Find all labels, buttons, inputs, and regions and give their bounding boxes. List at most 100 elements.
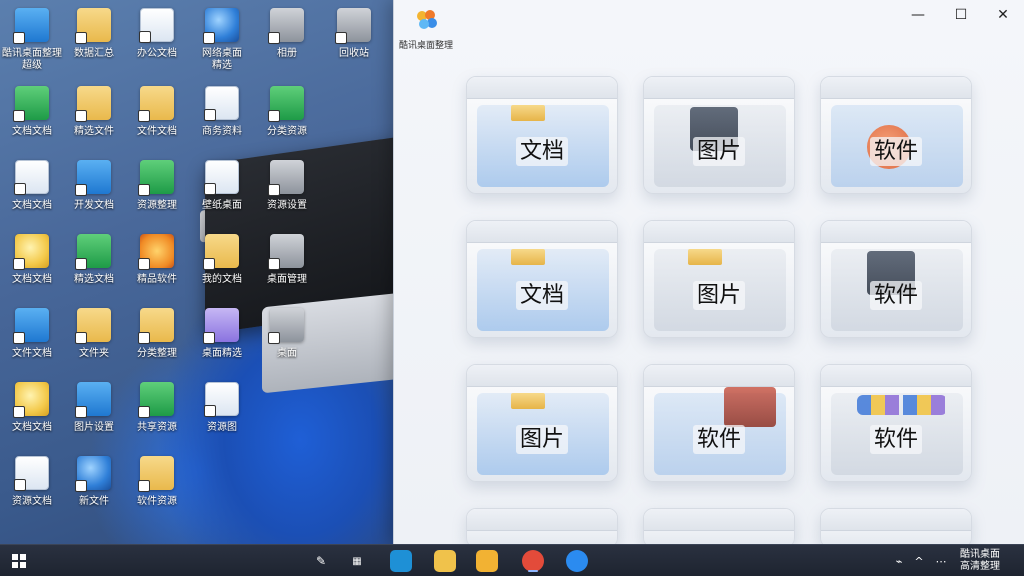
category-box-label: 图片: [644, 133, 794, 166]
desktop-icon[interactable]: 数据汇总: [62, 8, 126, 78]
desktop-icon[interactable]: 文件夹: [62, 308, 126, 378]
tray-text-line1: 酷讯桌面: [960, 549, 1000, 560]
desktop-icon[interactable]: 桌面管理: [255, 234, 319, 304]
desktop-icon[interactable]: 资源整理: [125, 160, 189, 230]
file-icon: [13, 8, 49, 44]
tray-text-line2: 高清整理: [960, 561, 1000, 572]
desktop-icon-label: 办公文档: [137, 48, 177, 59]
desktop-icon[interactable]: 文档文档: [0, 86, 64, 156]
desktop-icon[interactable]: 文档文档: [0, 382, 64, 452]
desktop-icon-label: 分类整理: [137, 348, 177, 359]
desktop-icon[interactable]: 办公文档: [125, 8, 189, 78]
desktop-icon[interactable]: 新文件: [62, 456, 126, 526]
desktop-icon[interactable]: 壁纸桌面: [190, 160, 254, 230]
desktop-icon[interactable]: 桌面: [255, 308, 319, 378]
desktop-icon[interactable]: 文档文档: [0, 234, 64, 304]
desktop-icon[interactable]: 酷讯桌面整理 超级: [0, 8, 64, 78]
taskbar-app-explorer[interactable]: [472, 549, 502, 573]
category-box[interactable]: 图片: [643, 76, 795, 194]
desktop-icon[interactable]: 文件文档: [0, 308, 64, 378]
folder-thumbnail-icon: [511, 105, 545, 121]
category-box[interactable]: 软件: [820, 364, 972, 482]
file-icon: [138, 86, 174, 122]
desktop-icon[interactable]: 共享资源: [125, 382, 189, 452]
desktop-icon-label: 资源设置: [267, 200, 307, 211]
tray-text[interactable]: 酷讯桌面 高清整理: [960, 549, 1000, 573]
desktop-icon[interactable]: 文件文档: [125, 86, 189, 156]
category-box-label: 图片: [644, 277, 794, 310]
desktop-icon-label-line2: 超级: [22, 60, 42, 71]
window-header: 酷讯桌面整理 — ☐ ✕: [394, 0, 1024, 56]
category-box-partial[interactable]: [820, 508, 972, 548]
category-box-label-text: 软件: [869, 137, 922, 166]
desktop-icon[interactable]: 开发文档: [62, 160, 126, 230]
minimize-button[interactable]: —: [900, 2, 936, 28]
desktop-icon-label: 分类资源: [267, 126, 307, 137]
file-icon: [268, 160, 304, 196]
file-icon: [14, 160, 49, 195]
file-icon: [268, 308, 304, 344]
start-button[interactable]: [4, 549, 34, 573]
desktop-icon[interactable]: 资源设置: [255, 160, 319, 230]
desktop-icon[interactable]: 精选文档: [62, 234, 126, 304]
desktop-icon-label: 酷讯桌面整理: [2, 48, 62, 59]
desktop-icon[interactable]: 分类资源: [255, 86, 319, 156]
widgets-icon[interactable]: ▦: [342, 549, 372, 573]
desktop-icon-label: 开发文档: [74, 200, 114, 211]
box-rim: [821, 221, 971, 243]
desktop-icon-label: 文件文档: [12, 348, 52, 359]
category-box[interactable]: 文档: [466, 76, 618, 194]
desktop-icon[interactable]: 我的文档: [190, 234, 254, 304]
category-box-partial[interactable]: [466, 508, 618, 548]
pen-icon[interactable]: ✎: [306, 549, 336, 573]
desktop-icon[interactable]: 桌面精选: [190, 308, 254, 378]
notes-icon: [434, 550, 456, 572]
desktop-icon[interactable]: 软件资源: [125, 456, 189, 526]
desktop-icon[interactable]: 精品软件: [125, 234, 189, 304]
desktop-icon[interactable]: 商务资料: [190, 86, 254, 156]
desktop-icon-label: 桌面: [277, 348, 297, 359]
category-box[interactable]: 文档: [466, 220, 618, 338]
desktop-icon-label: 壁纸桌面: [202, 200, 242, 211]
desktop-icon[interactable]: 文档文档: [0, 160, 64, 230]
taskbar-app-edge[interactable]: [386, 549, 416, 573]
category-box[interactable]: 软件: [820, 76, 972, 194]
category-box-partial[interactable]: [643, 508, 795, 548]
file-icon: [139, 8, 174, 43]
desktop-icon[interactable]: 网络桌面 精选: [190, 8, 254, 78]
file-icon: [138, 382, 174, 418]
category-box[interactable]: 软件: [643, 364, 795, 482]
close-button[interactable]: ✕: [985, 2, 1021, 28]
desktop-icon[interactable]: 相册: [255, 8, 319, 78]
folder-thumbnail-icon: [511, 393, 545, 409]
category-box[interactable]: 图片: [466, 364, 618, 482]
file-icon: [14, 456, 49, 491]
windows-logo-icon: [12, 554, 26, 568]
category-box[interactable]: 图片: [643, 220, 795, 338]
category-box-label: 文档: [467, 133, 617, 166]
ime-icon[interactable]: ⋯: [926, 549, 956, 573]
desktop-icon-label: 文档文档: [12, 200, 52, 211]
category-box-label: 软件: [821, 277, 971, 310]
box-rim: [467, 77, 617, 99]
file-icon: [75, 234, 111, 270]
taskbar-app-chrome[interactable]: [518, 549, 548, 573]
file-icon: [75, 8, 111, 44]
desktop-icon[interactable]: 精选文件: [62, 86, 126, 156]
taskbar-app-notes[interactable]: [430, 549, 460, 573]
taskbar-app-browser[interactable]: [562, 549, 592, 573]
category-box-label-text: 图片: [515, 425, 568, 454]
desktop-organizer-window: 酷讯桌面整理 — ☐ ✕ 文档 图片 软件 文档 图片 软件 图片 软件 软件: [393, 0, 1024, 548]
desktop-icon[interactable]: 图片设置: [62, 382, 126, 452]
category-box[interactable]: 软件: [820, 220, 972, 338]
desktop-icon[interactable]: 资源文档: [0, 456, 64, 526]
desktop-icon[interactable]: 分类整理: [125, 308, 189, 378]
maximize-button[interactable]: ☐: [943, 2, 979, 28]
category-box-label: 软件: [821, 133, 971, 166]
desktop-icon[interactable]: 回收站: [322, 8, 386, 78]
desktop-icon-label: 图片设置: [74, 422, 114, 433]
file-icon: [204, 160, 239, 195]
app-logo-icon: [417, 10, 437, 29]
desktop-icon[interactable]: 资源图: [190, 382, 254, 452]
file-icon: [268, 234, 304, 270]
